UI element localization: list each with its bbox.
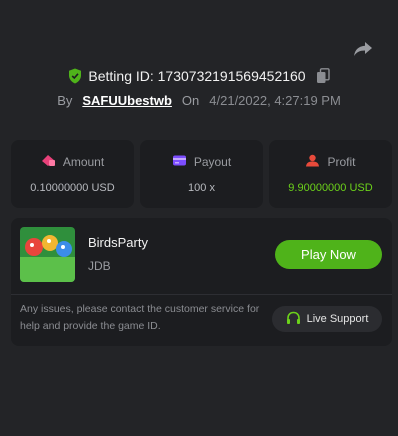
payout-icon [172, 154, 187, 170]
bet-datetime: 4/21/2022, 4:27:19 PM [209, 92, 341, 108]
headset-icon [286, 311, 301, 328]
amount-value: 0.10000000 USD [30, 182, 115, 194]
copy-icon[interactable] [316, 68, 330, 84]
amount-label: Amount [62, 155, 105, 169]
live-support-label: Live Support [306, 313, 369, 325]
amount-icon [41, 154, 56, 170]
live-support-button[interactable]: Live Support [272, 306, 382, 332]
game-card: BirdsParty JDB Play Now Any issues, plea… [11, 218, 392, 346]
by-label: By [57, 92, 73, 108]
payout-card: Payout 100 x [140, 140, 263, 208]
shield-check-icon [68, 68, 82, 84]
game-provider: JDB [88, 259, 111, 273]
on-label: On [181, 92, 200, 108]
payout-value: 100 x [188, 182, 215, 194]
profit-card: Profit 9.90000000 USD [269, 140, 392, 208]
divider [11, 294, 392, 295]
payout-label: Payout [193, 155, 232, 169]
profit-icon [305, 154, 320, 170]
betting-id-text: Betting ID: 1730732191569452160 [88, 68, 306, 84]
bet-author-row: By SAFUUbestwb On 4/21/2022, 4:27:19 PM [0, 90, 398, 110]
game-thumbnail[interactable] [20, 227, 75, 282]
support-message: Any issues, please contact the customer … [20, 303, 260, 332]
share-icon[interactable] [353, 40, 373, 58]
play-now-button[interactable]: Play Now [275, 240, 382, 269]
game-name: BirdsParty [88, 235, 148, 250]
amount-card: Amount 0.10000000 USD [11, 140, 134, 208]
betting-id-row: Betting ID: 1730732191569452160 [0, 66, 398, 86]
profit-label: Profit [327, 155, 356, 169]
bet-stats: Amount 0.10000000 USD Payout 100 x Profi… [11, 140, 392, 208]
username-link[interactable]: SAFUUbestwb [82, 93, 172, 108]
profit-value: 9.90000000 USD [288, 182, 373, 194]
